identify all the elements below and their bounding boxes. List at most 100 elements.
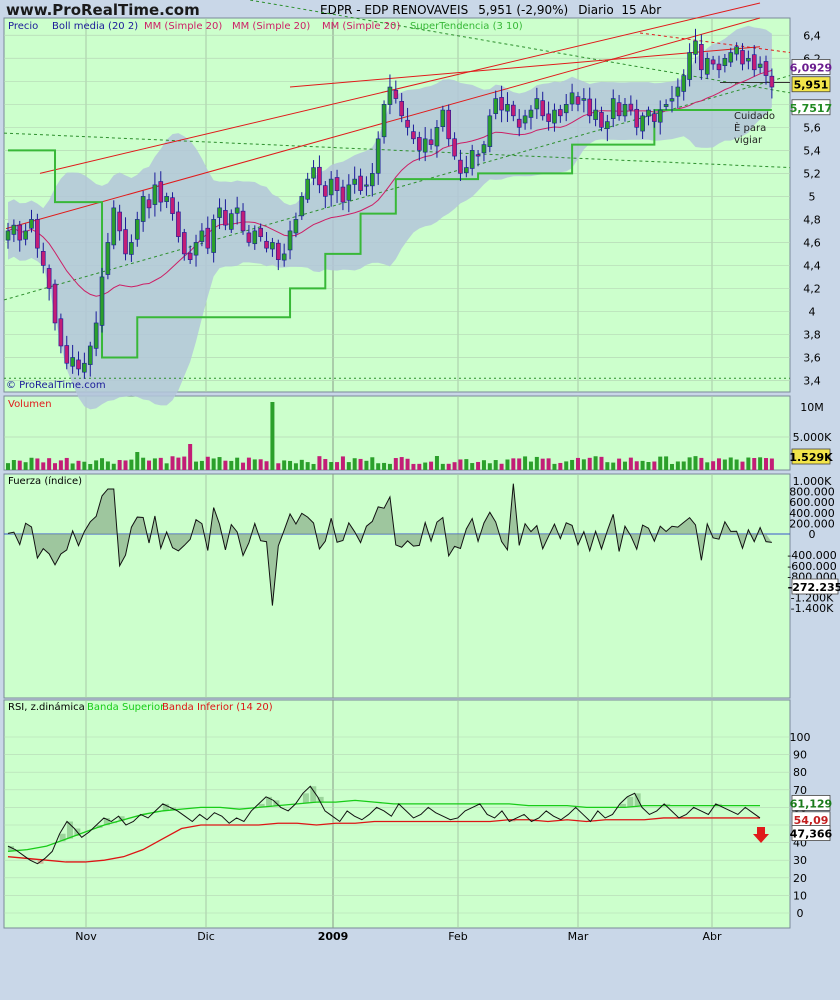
candle-body [93,322,99,349]
price-y-tick: 5 [809,190,816,203]
candle-body [323,185,328,197]
price-y-tick: 5,2 [803,167,821,180]
volume-bar [687,457,692,470]
candle-body [452,138,457,157]
candle-body [193,242,199,256]
volume-bar [528,461,533,470]
candle-body [46,268,52,289]
candle-body [299,196,305,217]
volume-bar [387,463,392,470]
volume-bar [194,461,199,470]
candle-body [99,276,105,326]
candle-body [87,345,93,365]
candle-body [228,213,234,230]
price-y-tick: 4,2 [803,282,821,295]
candle-body [317,166,322,186]
x-tick-label: Dic [197,930,215,943]
volume-bar [628,457,633,470]
candle-body [164,196,169,202]
candle-body [699,43,704,71]
volume-bar [88,463,93,470]
candle-body [270,242,275,250]
candle-body [610,98,616,119]
volume-bar [299,459,304,470]
volume-bar [622,461,627,470]
candle-body [40,251,46,266]
volume-bar [11,460,16,470]
volume-y-tick: 5.000K [793,431,832,444]
rsi-y-tick: 20 [793,872,807,885]
annotation-text: È para [734,121,766,134]
candle-body [469,150,475,169]
volume-bar [100,458,105,470]
candle-body [217,207,222,218]
volume-bar [640,460,645,470]
volume-bar [728,457,733,470]
volume-bar [458,459,463,470]
volume-bar [164,463,169,470]
rsi-last-value-inf: 54,09 [794,814,829,827]
volume-bar [370,457,375,470]
price-y-tick: 3,6 [803,351,821,364]
price-legend-item: SuperTendencia (3 10) [410,21,523,32]
candle-body [399,101,404,117]
volume-bar [176,457,181,470]
volume-bar [311,463,316,470]
candle-body [640,115,645,132]
volume-bar [664,456,669,470]
volume-bar [252,459,257,470]
volume-bar [476,461,481,470]
candle-body [358,175,363,191]
volume-bar [399,457,404,470]
candle-body [669,98,675,102]
candle-body [275,242,281,260]
volume-bar [434,456,439,470]
candle-body [340,186,346,203]
candle-body [64,345,70,364]
candle-body [375,138,381,174]
volume-bar [752,457,757,470]
volume-bar [552,463,557,470]
rsi-y-tick: 30 [793,854,807,867]
rsi-y-tick: 80 [793,766,807,779]
candle-body [352,178,357,185]
candle-body [458,159,463,174]
volume-label: Volumen [8,399,52,410]
candle-body [511,104,516,117]
volume-bar [346,462,351,470]
volume-bar [94,460,99,470]
volume-bar [446,463,451,470]
volume-bar [464,459,469,470]
candle-body [35,219,40,249]
volume-bar [17,460,22,470]
volume-bar [258,459,263,470]
annotation-text: Cuidado [734,111,775,122]
x-tick-label: Abr [702,930,722,943]
volume-bar [58,460,63,470]
volume-bar [393,458,398,470]
candle-body [134,219,140,240]
candle-body [528,109,534,118]
volume-bar [722,459,727,470]
candle-body [211,219,216,253]
volume-bar [376,463,381,470]
chart-canvas: NovDic2009FebMarAbr6,46,265,85,65,45,254… [3,0,840,943]
candle-body [534,98,540,110]
volume-bar [534,456,539,470]
volume-bar [329,462,334,470]
volume-last-value: 1.529K [789,451,833,464]
volume-bar [358,458,363,470]
candle-body [393,89,399,99]
candle-body [170,197,175,214]
candle-body [652,113,657,122]
candle-body [663,104,669,107]
rsi-y-tick: 0 [797,907,804,920]
candle-body [140,196,146,222]
volume-bar [293,463,298,470]
candle-body [129,242,134,255]
volume-bar [652,461,657,470]
candle-body [646,109,651,117]
volume-bar [188,444,193,470]
candle-body [17,224,23,241]
candle-body [105,242,111,275]
